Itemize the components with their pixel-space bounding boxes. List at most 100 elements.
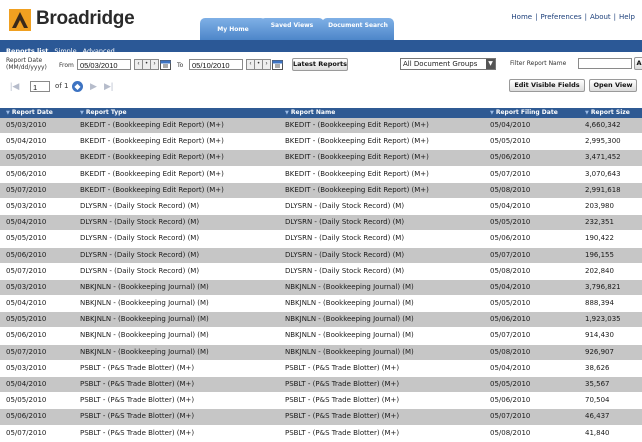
next-page-icon[interactable]: ▶ xyxy=(90,81,97,91)
cell-report-size: 190,422 xyxy=(585,234,614,243)
column-header-report-filing-date[interactable]: ▼ Report Filing Date xyxy=(490,108,580,118)
table-row[interactable]: 05/03/2010 NBKJNLN - (Bookkeeping Journal… xyxy=(0,279,642,297)
cell-report-type: BKEDIT - (Bookkeeping Edit Report) (M+) xyxy=(80,121,224,129)
cell-report-name: NBKJNLN - (Bookkeeping Journal) (M) xyxy=(285,299,414,308)
report-date-label: Report Date xyxy=(6,57,43,64)
go-icon[interactable]: ◆ xyxy=(72,81,83,92)
table-row[interactable]: 05/06/2010 BKEDIT - (Bookkeeping Edit Rep… xyxy=(0,166,642,183)
last-page-icon[interactable]: ▶| xyxy=(104,81,113,91)
table-row[interactable]: 05/03/2010 PSBLT - (P&S Trade Blotter) (M… xyxy=(0,360,642,377)
cell-report-date: 05/05/2010 xyxy=(6,234,47,243)
table-row[interactable]: 05/05/2010 PSBLT - (P&S Trade Blotter) (M… xyxy=(0,393,642,410)
table-row[interactable]: 05/06/2010 DLYSRN - (Daily Stock Record) … xyxy=(0,247,642,264)
cell-report-date: 05/04/2010 xyxy=(6,218,47,227)
cell-report-name: DLYSRN - (Daily Stock Record) (M) xyxy=(285,266,405,275)
cell-report-date: 05/06/2010 xyxy=(6,169,47,178)
cell-report-name: PSBLT - (P&S Trade Blotter) (M+) xyxy=(285,412,400,421)
table-row[interactable]: 05/04/2010 BKEDIT - (Bookkeeping Edit Rep… xyxy=(0,134,642,151)
table-row[interactable]: 05/04/2010 NBKJNLN - (Bookkeeping Journal… xyxy=(0,296,642,313)
page-of-text: of 1 xyxy=(55,82,69,90)
cell-filing-date: 05/07/2010 xyxy=(490,331,531,340)
table-row[interactable]: 05/05/2010 BKEDIT - (Bookkeeping Edit Rep… xyxy=(0,150,642,167)
apply-filter-button[interactable]: A xyxy=(634,57,642,70)
cell-report-name: DLYSRN - (Daily Stock Record) (M) xyxy=(285,218,405,227)
cell-filing-date: 05/05/2010 xyxy=(490,137,531,146)
cell-report-type: NBKJNLN - (Bookkeeping Journal) (M) xyxy=(80,331,209,340)
app-header: Broadridge My Home Saved Views Document … xyxy=(0,0,642,40)
column-header-report-size[interactable]: ▼ Report Size xyxy=(585,108,639,118)
column-header-report-type[interactable]: ▼ Report Type xyxy=(80,108,280,118)
cell-filing-date: 05/05/2010 xyxy=(490,380,531,388)
cell-report-size: 3,471,452 xyxy=(585,153,621,162)
filter-report-name-input[interactable] xyxy=(578,58,632,69)
cell-report-name: DLYSRN - (Daily Stock Record) (M) xyxy=(285,201,405,210)
column-header-report-name[interactable]: ▼ Report Name xyxy=(285,108,485,118)
table-row[interactable]: 05/05/2010 DLYSRN - (Daily Stock Record) … xyxy=(0,231,642,248)
logo-text: Broadridge xyxy=(36,8,135,29)
document-groups-select[interactable]: All Document Groups ▼ xyxy=(400,58,496,70)
about-link[interactable]: About xyxy=(587,13,614,21)
cell-report-size: 196,155 xyxy=(585,250,614,259)
cell-report-date: 05/04/2010 xyxy=(6,299,47,308)
table-row[interactable]: 05/07/2010 DLYSRN - (Daily Stock Record) … xyxy=(0,263,642,280)
latest-reports-button[interactable]: Latest Reports xyxy=(292,58,348,71)
cell-report-date: 05/04/2010 xyxy=(6,137,47,146)
to-next-button[interactable]: › xyxy=(262,59,271,70)
table-row[interactable]: 05/07/2010 NBKJNLN - (Bookkeeping Journal… xyxy=(0,344,642,361)
cell-report-size: 203,980 xyxy=(585,201,614,210)
broadridge-logo-icon xyxy=(9,9,31,31)
cell-report-size: 38,626 xyxy=(585,363,610,372)
home-link[interactable]: Home xyxy=(508,13,535,21)
cell-report-name: BKEDIT - (Bookkeeping Edit Report) (M+) xyxy=(285,137,429,146)
cell-filing-date: 05/07/2010 xyxy=(490,412,531,421)
edit-visible-fields-button[interactable]: Edit Visible Fields xyxy=(509,79,585,92)
cell-report-name: BKEDIT - (Bookkeeping Edit Report) (M+) xyxy=(285,153,429,162)
cell-report-name: PSBLT - (P&S Trade Blotter) (M+) xyxy=(285,363,400,372)
from-date-input[interactable]: 05/03/2010 xyxy=(77,59,131,70)
table-header: ▼ Report Date ▼ Report Type ▼ Report Name ▼… xyxy=(0,108,642,118)
table-row[interactable]: 05/06/2010 NBKJNLN - (Bookkeeping Journal… xyxy=(0,328,642,345)
table-row[interactable]: 05/07/2010 BKEDIT - (Bookkeeping Edit Rep… xyxy=(0,182,642,199)
cell-filing-date: 05/06/2010 xyxy=(490,315,531,324)
cell-report-size: 2,991,618 xyxy=(585,185,621,194)
cell-report-date: 05/07/2010 xyxy=(6,347,47,356)
cell-report-size: 202,840 xyxy=(585,266,614,275)
tab-saved-views[interactable]: Saved Views xyxy=(260,18,324,40)
cell-report-type: BKEDIT - (Bookkeeping Edit Report) (M+) xyxy=(80,137,224,146)
table-row[interactable]: 05/04/2010 PSBLT - (P&S Trade Blotter) (M… xyxy=(0,377,642,394)
cell-filing-date: 05/04/2010 xyxy=(490,201,531,210)
from-next-button[interactable]: › xyxy=(150,59,159,70)
column-header-report-date[interactable]: ▼ Report Date xyxy=(6,108,76,118)
table-row[interactable]: 05/06/2010 PSBLT - (P&S Trade Blotter) (M… xyxy=(0,409,642,426)
from-label: From xyxy=(59,62,74,69)
table-row[interactable]: 05/05/2010 NBKJNLN - (Bookkeeping Journal… xyxy=(0,312,642,329)
filter-controls: Report Date (MM/dd/yyyy) From 05/03/2010… xyxy=(0,52,642,108)
table-row[interactable]: 05/03/2010 BKEDIT - (Bookkeeping Edit Rep… xyxy=(0,118,642,135)
sort-arrow-icon: ▼ xyxy=(285,110,289,116)
sort-arrow-icon: ▼ xyxy=(80,110,84,116)
calendar-icon[interactable] xyxy=(272,59,283,70)
cell-filing-date: 05/07/2010 xyxy=(490,169,531,178)
to-date-input[interactable]: 05/10/2010 xyxy=(189,59,243,70)
cell-report-name: BKEDIT - (Bookkeeping Edit Report) (M+) xyxy=(285,121,429,129)
preferences-link[interactable]: Preferences xyxy=(537,13,584,21)
tab-document-search[interactable]: Document Search xyxy=(322,18,394,40)
cell-report-type: PSBLT - (P&S Trade Blotter) (M+) xyxy=(80,396,195,405)
open-view-button[interactable]: Open View xyxy=(589,79,637,92)
cell-report-type: DLYSRN - (Daily Stock Record) (M) xyxy=(80,266,200,275)
page-number-input[interactable]: 1 xyxy=(30,81,50,92)
cell-report-name: DLYSRN - (Daily Stock Record) (M) xyxy=(285,250,405,259)
table-row[interactable]: 05/04/2010 DLYSRN - (Daily Stock Record) … xyxy=(0,215,642,232)
help-link[interactable]: Help xyxy=(616,13,638,21)
cell-report-name: NBKJNLN - (Bookkeeping Journal) (M) xyxy=(285,331,414,340)
table-row[interactable]: 05/07/2010 PSBLT - (P&S Trade Blotter) (M… xyxy=(0,425,642,442)
first-page-icon[interactable]: |◀ xyxy=(10,81,19,91)
calendar-icon[interactable] xyxy=(160,59,171,70)
cell-report-date: 05/03/2010 xyxy=(6,363,47,372)
cell-report-size: 4,660,342 xyxy=(585,121,621,129)
sort-arrow-icon: ▼ xyxy=(585,110,589,116)
tab-my-home[interactable]: My Home xyxy=(200,18,266,40)
cell-report-type: DLYSRN - (Daily Stock Record) (M) xyxy=(80,201,200,210)
table-row[interactable]: 05/03/2010 DLYSRN - (Daily Stock Record) … xyxy=(0,198,642,216)
cell-report-date: 05/06/2010 xyxy=(6,331,47,340)
